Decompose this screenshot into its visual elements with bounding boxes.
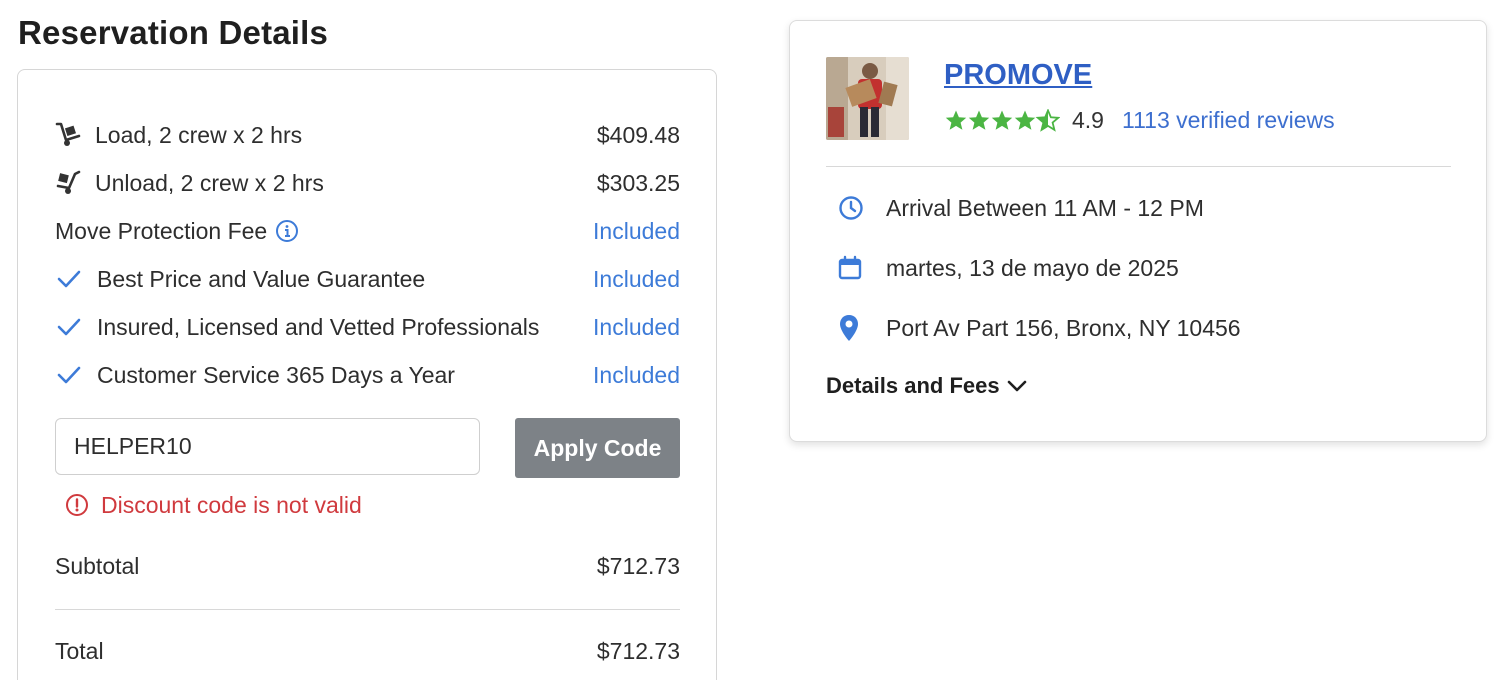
apply-code-button[interactable]: Apply Code — [515, 418, 680, 478]
included-label: Included — [593, 217, 680, 244]
line-item-unload: Unload, 2 crew x 2 hrs $303.25 — [55, 168, 680, 198]
details-fees-toggle[interactable]: Details and Fees — [826, 373, 1028, 399]
guarantee-label: Insured, Licensed and Vetted Professiona… — [97, 313, 540, 340]
star-rating — [944, 109, 1060, 133]
total-row: Total $712.73 — [55, 636, 680, 666]
page-title: Reservation Details — [18, 14, 329, 51]
details-fees-label: Details and Fees — [826, 373, 1000, 398]
guarantee-row: Best Price and Value Guarantee Included — [55, 264, 680, 294]
chevron-down-icon — [1006, 378, 1028, 394]
date-text: martes, 13 de mayo de 2025 — [886, 254, 1179, 281]
line-item-load: Load, 2 crew x 2 hrs $409.48 — [55, 120, 680, 150]
check-icon — [57, 312, 87, 342]
guarantee-label: Best Price and Value Guarantee — [97, 265, 426, 292]
guarantee-row: Customer Service 365 Days a Year Include… — [55, 360, 680, 390]
total-label: Total — [55, 637, 104, 664]
line-item-label: Unload, 2 crew x 2 hrs — [95, 169, 324, 196]
line-item-label: Load, 2 crew x 2 hrs — [95, 121, 303, 148]
discount-error: Discount code is not valid — [65, 490, 362, 520]
guarantee-label: Customer Service 365 Days a Year — [97, 361, 455, 388]
check-icon — [57, 264, 87, 294]
protection-fee-label: Move Protection Fee — [55, 217, 268, 244]
divider — [55, 609, 680, 610]
address-text: Port Av Part 156, Bronx, NY 10456 — [886, 314, 1241, 341]
discount-error-text: Discount code is not valid — [101, 491, 362, 518]
clock-icon — [838, 193, 886, 223]
reservation-card: Load, 2 crew x 2 hrs $409.48 Unload, 2 c… — [17, 69, 717, 680]
included-label: Included — [593, 361, 680, 388]
provider-name-link[interactable]: PROMOVE — [944, 59, 1092, 92]
dolly-unload-icon — [55, 168, 95, 198]
provider-photo — [826, 57, 909, 140]
line-item-amount: $409.48 — [596, 121, 680, 148]
guarantee-row: Insured, Licensed and Vetted Professiona… — [55, 312, 680, 342]
divider — [826, 166, 1451, 167]
protection-fee-row: Move Protection Fee Included — [55, 216, 680, 246]
arrival-text: Arrival Between 11 AM - 12 PM — [886, 194, 1204, 221]
arrival-row: Arrival Between 11 AM - 12 PM — [838, 193, 1204, 223]
rating-value: 4.9 — [1072, 107, 1104, 133]
reviews-link[interactable]: 1113 verified reviews — [1122, 107, 1335, 134]
address-row: Port Av Part 156, Bronx, NY 10456 — [838, 313, 1241, 343]
rating-row: 4.9 1113 verified reviews — [944, 107, 1335, 134]
location-pin-icon — [838, 313, 886, 343]
provider-card: PROMOVE 4.9 1113 verified reviews Arriva… — [789, 20, 1487, 442]
dolly-load-icon — [55, 120, 95, 150]
included-label: Included — [593, 313, 680, 340]
alert-circle-icon — [65, 490, 101, 520]
discount-code-input[interactable] — [55, 418, 480, 475]
check-icon — [57, 360, 87, 390]
subtotal-row: Subtotal $712.73 — [55, 551, 680, 581]
included-label: Included — [593, 265, 680, 292]
date-row: martes, 13 de mayo de 2025 — [838, 253, 1179, 283]
total-amount: $712.73 — [596, 637, 680, 664]
subtotal-label: Subtotal — [55, 552, 140, 579]
line-item-amount: $303.25 — [596, 169, 680, 196]
subtotal-amount: $712.73 — [596, 552, 680, 579]
calendar-icon — [838, 253, 886, 283]
info-icon[interactable] — [275, 219, 299, 243]
